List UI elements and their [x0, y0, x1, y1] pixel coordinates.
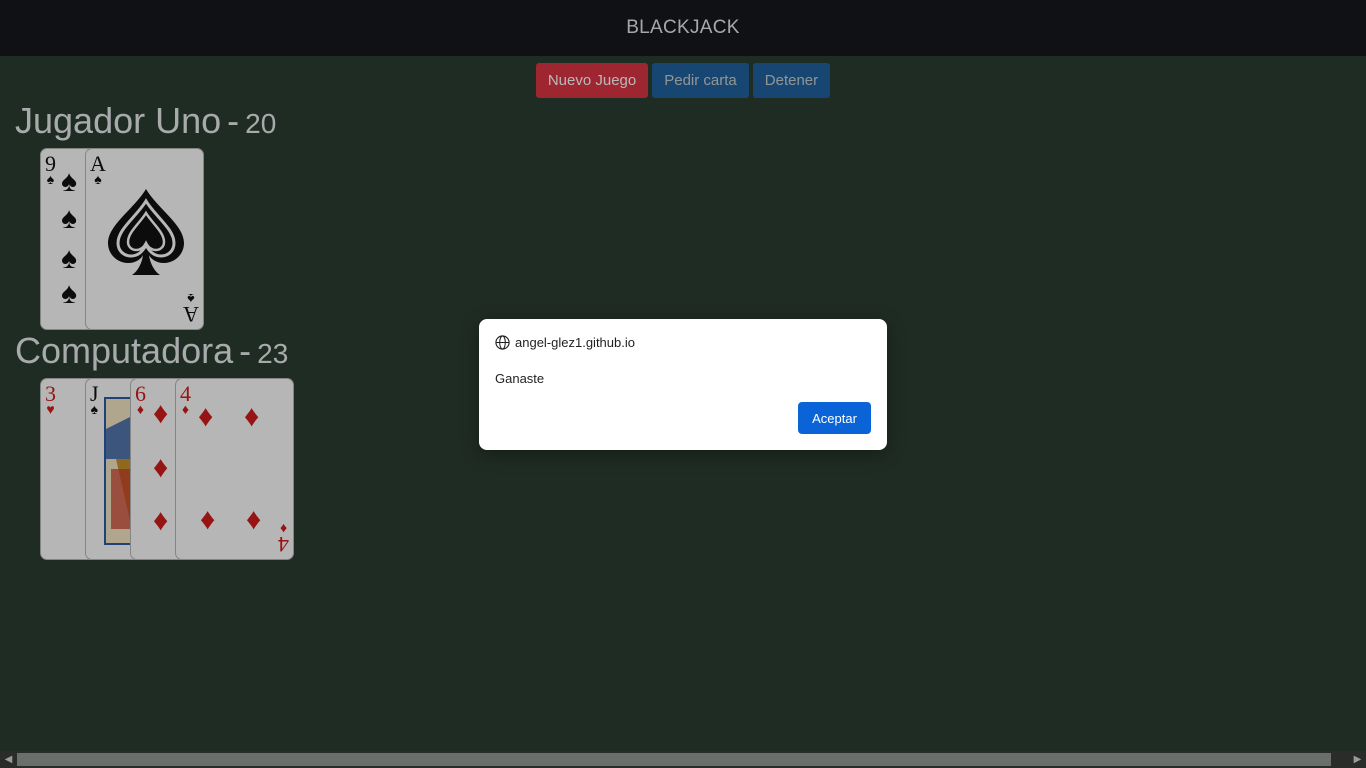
alert-dialog: angel-glez1.github.io Ganaste Aceptar: [479, 319, 887, 450]
accept-button[interactable]: Aceptar: [798, 402, 871, 434]
dialog-origin-text: angel-glez1.github.io: [515, 335, 635, 350]
scroll-left-icon[interactable]: ◀: [0, 751, 17, 768]
scroll-right-icon[interactable]: ▶: [1349, 751, 1366, 768]
dialog-origin: angel-glez1.github.io: [495, 335, 635, 350]
horizontal-scrollbar[interactable]: ◀ ▶: [0, 751, 1366, 768]
dialog-message: Ganaste: [495, 371, 545, 386]
globe-icon: [495, 335, 510, 350]
scrollbar-thumb[interactable]: [17, 753, 1331, 766]
